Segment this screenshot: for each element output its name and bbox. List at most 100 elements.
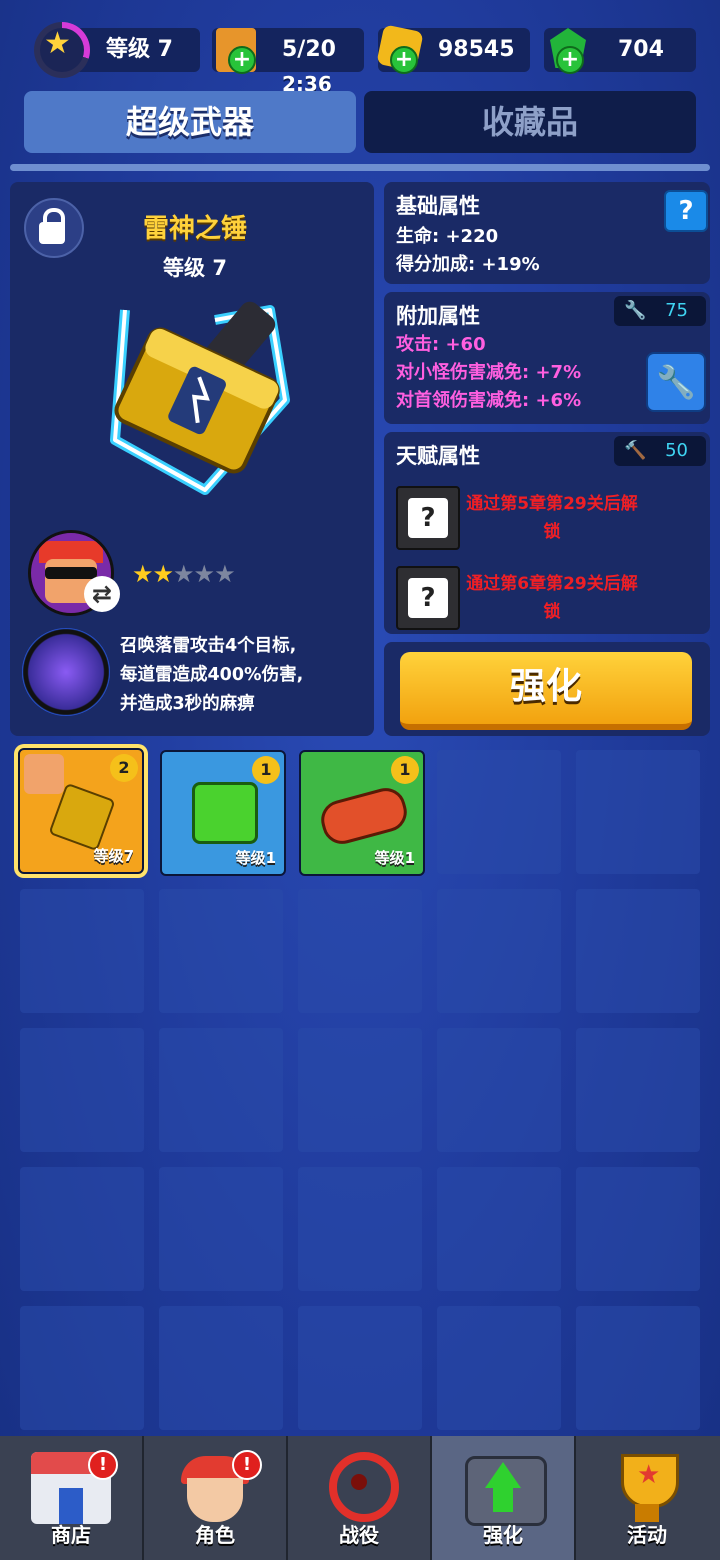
nav-label: 强化 (483, 1523, 523, 1547)
attr-hp: 生命: +220 (396, 226, 499, 247)
empty-inventory-slot (437, 889, 561, 1013)
attr-score-bonus: 得分加成: +19% (396, 254, 540, 275)
add-gems-icon[interactable]: + (556, 46, 584, 74)
base-attributes-panel: 基础属性 ? 生命: +220 得分加成: +19% (384, 182, 710, 284)
nav-character[interactable]: ! 角色 (144, 1436, 288, 1560)
thor-hammer-icon (110, 301, 290, 495)
upgrade-arrow-icon (463, 1452, 547, 1526)
item-level: 等级1 (374, 849, 415, 867)
attr-boss-reduction: 对首领伤害减免: +6% (396, 390, 582, 411)
tab-divider (10, 164, 710, 171)
empty-inventory-slot (298, 1028, 422, 1152)
lock-text-line: 锁 (543, 522, 561, 542)
empty-inventory-slot (437, 1028, 561, 1152)
base-attributes-title: 基础属性 (396, 194, 480, 218)
empty-inventory-slot (298, 1306, 422, 1430)
lightning-skill-icon[interactable] (22, 628, 110, 716)
star-empty-icon: ★ (193, 560, 215, 588)
wrench-count: 75 (665, 300, 688, 321)
empty-inventory-slot (576, 889, 700, 1013)
alert-badge: ! (232, 1450, 262, 1480)
star-filled-icon: ★ (152, 560, 174, 588)
extra-attributes-panel: 附加属性 🔧 75 攻击: +60 对小怪伤害减免: +7% 对首领伤害减免: … (384, 292, 710, 424)
star-empty-icon: ★ (214, 560, 235, 588)
swap-hero-icon[interactable]: ⇄ (84, 576, 120, 612)
lock-text-line: 锁 (543, 602, 561, 622)
star-filled-icon: ★ (132, 560, 153, 588)
item-level: 等级1 (235, 849, 276, 867)
attr-attack: 攻击: +60 (396, 334, 486, 355)
item-level: 等级7 (93, 847, 134, 865)
empty-inventory-slot (576, 1167, 700, 1291)
nav-label: 商店 (51, 1523, 91, 1547)
lock-text-line: 通过第6章第29关后解 (466, 574, 638, 594)
dice-icon: ? (408, 578, 448, 618)
inventory-item-green-cubes[interactable]: 1 等级1 (160, 750, 286, 876)
nav-shop[interactable]: ! 商店 (0, 1436, 144, 1560)
add-energy-icon[interactable]: + (228, 46, 256, 74)
skill-desc-line: 召唤落雷攻击4个目标, (120, 636, 297, 656)
bottom-nav: ! 商店 ! 角色 战役 强化 ★ 活动 (0, 1436, 720, 1560)
hammer-icon: 🔨 (624, 440, 647, 461)
wrench-count-badge: 🔧 75 (614, 296, 706, 326)
add-coins-icon[interactable]: + (390, 46, 418, 74)
coins-pill[interactable]: + 98545 (376, 24, 530, 74)
empty-inventory-slot (437, 1306, 561, 1430)
empty-inventory-slot (20, 1167, 144, 1291)
player-level-text: 等级 7 (106, 37, 173, 62)
locked-talent-slot-2[interactable]: ? (396, 566, 460, 630)
rocket-icon (316, 783, 412, 849)
nav-upgrade[interactable]: 强化 (432, 1436, 576, 1560)
empty-inventory-slot (437, 1167, 561, 1291)
nav-events[interactable]: ★ 活动 (576, 1436, 718, 1560)
trophy-icon: ★ (607, 1452, 687, 1524)
energy-value: 5/20 (282, 37, 336, 62)
inventory-item-thor-hammer[interactable]: 2 等级7 (18, 748, 144, 874)
skill-description: 召唤落雷攻击4个目标, 每道雷造成400%伤害, 并造成3秒的麻痹 (120, 632, 303, 719)
talent-lock-text-2: 通过第6章第29关后解 锁 (462, 570, 642, 626)
lock-text-line: 通过第5章第29关后解 (466, 494, 638, 514)
help-button[interactable]: ? (664, 190, 708, 232)
reroll-wrench-button[interactable]: 🔧 (646, 352, 706, 412)
empty-inventory-slot (159, 889, 283, 1013)
tab-collectibles[interactable]: 收藏品 (364, 91, 696, 153)
talent-lock-text-1: 通过第5章第29关后解 锁 (462, 490, 642, 546)
unlock-icon[interactable] (24, 198, 84, 258)
empty-inventory-slot (20, 1028, 144, 1152)
locked-talent-slot-1[interactable]: ? (396, 486, 460, 550)
upgrade-panel: 强化 (384, 642, 710, 736)
inventory-item-rocket[interactable]: 1 等级1 (299, 750, 425, 876)
empty-inventory-slot (20, 889, 144, 1013)
upgrade-button[interactable]: 强化 (400, 652, 692, 730)
skill-desc-line: 每道雷造成400%伤害, (120, 665, 304, 685)
item-count-badge: 2 (110, 754, 138, 782)
energy-pill[interactable]: + 5/20 (212, 28, 364, 74)
item-count-badge: 1 (252, 756, 280, 784)
crosshair-icon (319, 1452, 399, 1524)
nav-campaign[interactable]: 战役 (288, 1436, 432, 1560)
empty-inventory-slot (576, 1028, 700, 1152)
weapon-name: 雷神之锤 (142, 214, 247, 244)
nav-label: 活动 (627, 1523, 667, 1547)
top-bar: 等级 7 ★ + 5/20 + 98545 + 704 (0, 0, 720, 82)
skill-desc-line: 并造成3秒的麻痹 (120, 694, 255, 714)
empty-inventory-slot (298, 1167, 422, 1291)
empty-inventory-slot (576, 1306, 700, 1430)
alert-badge: ! (88, 1450, 118, 1480)
nav-label: 战役 (339, 1523, 379, 1547)
nav-label: 角色 (195, 1523, 235, 1547)
weapon-level: 等级 7 (163, 256, 227, 280)
hero-mini-icon (24, 754, 64, 794)
empty-inventory-slot (20, 1306, 144, 1430)
talent-attributes-panel: 天赋属性 🔨 50 ? 通过第5章第29关后解 锁 ? 通过第6章第29关后解 … (384, 432, 710, 634)
coins-value: 98545 (438, 37, 515, 62)
attr-minion-reduction: 对小怪伤害减免: +7% (396, 362, 582, 383)
empty-inventory-slot (298, 889, 422, 1013)
gems-pill[interactable]: + 704 (544, 28, 696, 74)
gems-value: 704 (618, 37, 664, 62)
talent-attributes-title: 天赋属性 (396, 444, 480, 468)
empty-inventory-slot (159, 1306, 283, 1430)
tab-super-weapon[interactable]: 超级武器 (24, 91, 356, 153)
hammer-count: 50 (665, 440, 688, 461)
hammer-count-badge: 🔨 50 (614, 436, 706, 466)
